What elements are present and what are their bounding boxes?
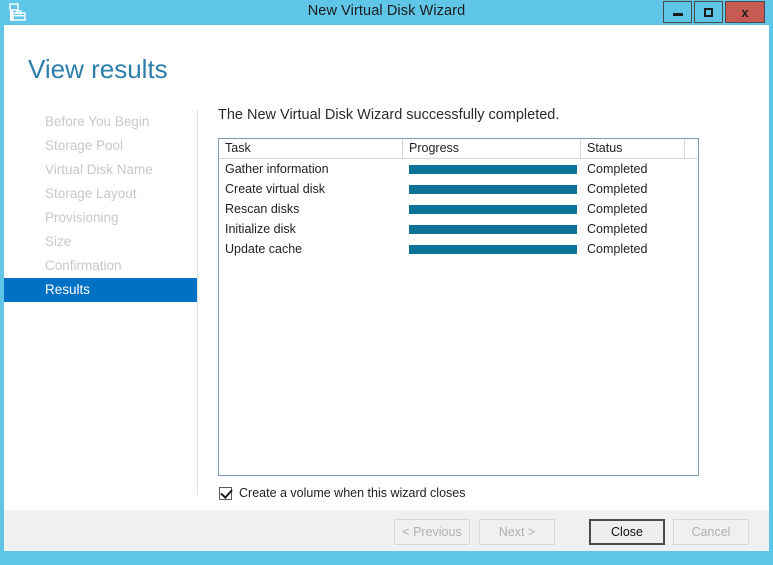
maximize-button[interactable]	[694, 1, 723, 23]
minimize-button[interactable]	[663, 1, 692, 23]
sidebar-divider	[197, 110, 198, 495]
sidebar-item-storage-pool[interactable]: Storage Pool	[4, 134, 197, 158]
cell-task: Update cache	[225, 242, 303, 256]
close-wizard-button[interactable]: Close	[589, 519, 665, 545]
progress-bar-fill	[409, 244, 577, 254]
column-header-task[interactable]: Task	[219, 139, 403, 158]
create-volume-checkbox-label: Create a volume when this wizard closes	[239, 486, 466, 500]
progress-bar	[409, 164, 577, 174]
table-header-row: Task Progress Status	[219, 139, 698, 159]
progress-bar	[409, 244, 577, 254]
table-row[interactable]: Update cache Completed	[219, 239, 698, 259]
maximize-icon	[704, 7, 713, 17]
title-bar: New Virtual Disk Wizard x	[0, 0, 773, 25]
cell-task: Gather information	[225, 162, 329, 176]
progress-bar-fill	[409, 184, 577, 194]
wizard-step-nav: Before You Begin Storage Pool Virtual Di…	[4, 110, 197, 302]
previous-button[interactable]: < Previous	[394, 519, 470, 545]
column-header-filler	[685, 139, 698, 158]
table-row[interactable]: Gather information Completed	[219, 159, 698, 179]
window-title: New Virtual Disk Wizard	[307, 3, 466, 19]
column-header-status[interactable]: Status	[581, 139, 685, 158]
sidebar-item-size[interactable]: Size	[4, 230, 197, 254]
cell-progress	[403, 184, 581, 194]
cell-progress	[403, 244, 581, 254]
cell-task: Create virtual disk	[225, 182, 326, 196]
results-table: Task Progress Status Gather information C…	[218, 138, 699, 476]
window-controls: x	[661, 1, 765, 23]
sidebar-item-confirmation[interactable]: Confirmation	[4, 254, 197, 278]
close-button[interactable]: x	[725, 1, 765, 23]
progress-bar-fill	[409, 164, 577, 174]
sidebar-item-results[interactable]: Results	[4, 278, 197, 302]
page-title: View results	[28, 54, 168, 84]
create-volume-checkbox[interactable]	[219, 485, 233, 500]
cell-progress	[403, 164, 581, 174]
footer-buttons: < Previous Next > Close Cancel	[4, 519, 769, 551]
cell-status: Completed	[587, 222, 648, 236]
cell-progress	[403, 204, 581, 214]
table-row[interactable]: Initialize disk Completed	[219, 219, 698, 239]
column-header-progress[interactable]: Progress	[403, 139, 581, 158]
wizard-window: New Virtual Disk Wizard x View results B…	[0, 0, 773, 565]
checkmark-icon	[220, 485, 233, 499]
progress-bar	[409, 184, 577, 194]
cell-status: Completed	[587, 242, 648, 256]
completion-message: The New Virtual Disk Wizard successfully…	[218, 107, 560, 123]
progress-bar	[409, 224, 577, 234]
wizard-client-area: View results Before You Begin Storage Po…	[4, 25, 769, 551]
cell-status: Completed	[587, 202, 648, 216]
next-button[interactable]: Next >	[479, 519, 555, 545]
minimize-icon	[672, 13, 683, 16]
sidebar-item-virtual-disk-name[interactable]: Virtual Disk Name	[4, 158, 197, 182]
progress-bar	[409, 204, 577, 214]
cancel-button[interactable]: Cancel	[673, 519, 749, 545]
cell-status: Completed	[587, 182, 648, 196]
sidebar-item-before-you-begin[interactable]: Before You Begin	[4, 110, 197, 134]
cell-progress	[403, 224, 581, 234]
table-body: Gather information Completed Create virtua…	[219, 159, 698, 259]
progress-bar-fill	[409, 224, 577, 234]
table-row[interactable]: Rescan disks Completed	[219, 199, 698, 219]
cell-status: Completed	[587, 162, 648, 176]
cell-task: Initialize disk	[225, 222, 296, 236]
sidebar-item-provisioning[interactable]: Provisioning	[4, 206, 197, 230]
create-volume-checkbox-row[interactable]: Create a volume when this wizard closes	[219, 485, 466, 500]
sidebar-item-storage-layout[interactable]: Storage Layout	[4, 182, 197, 206]
cell-task: Rescan disks	[225, 202, 300, 216]
progress-bar-fill	[409, 204, 577, 214]
table-row[interactable]: Create virtual disk Completed	[219, 179, 698, 199]
